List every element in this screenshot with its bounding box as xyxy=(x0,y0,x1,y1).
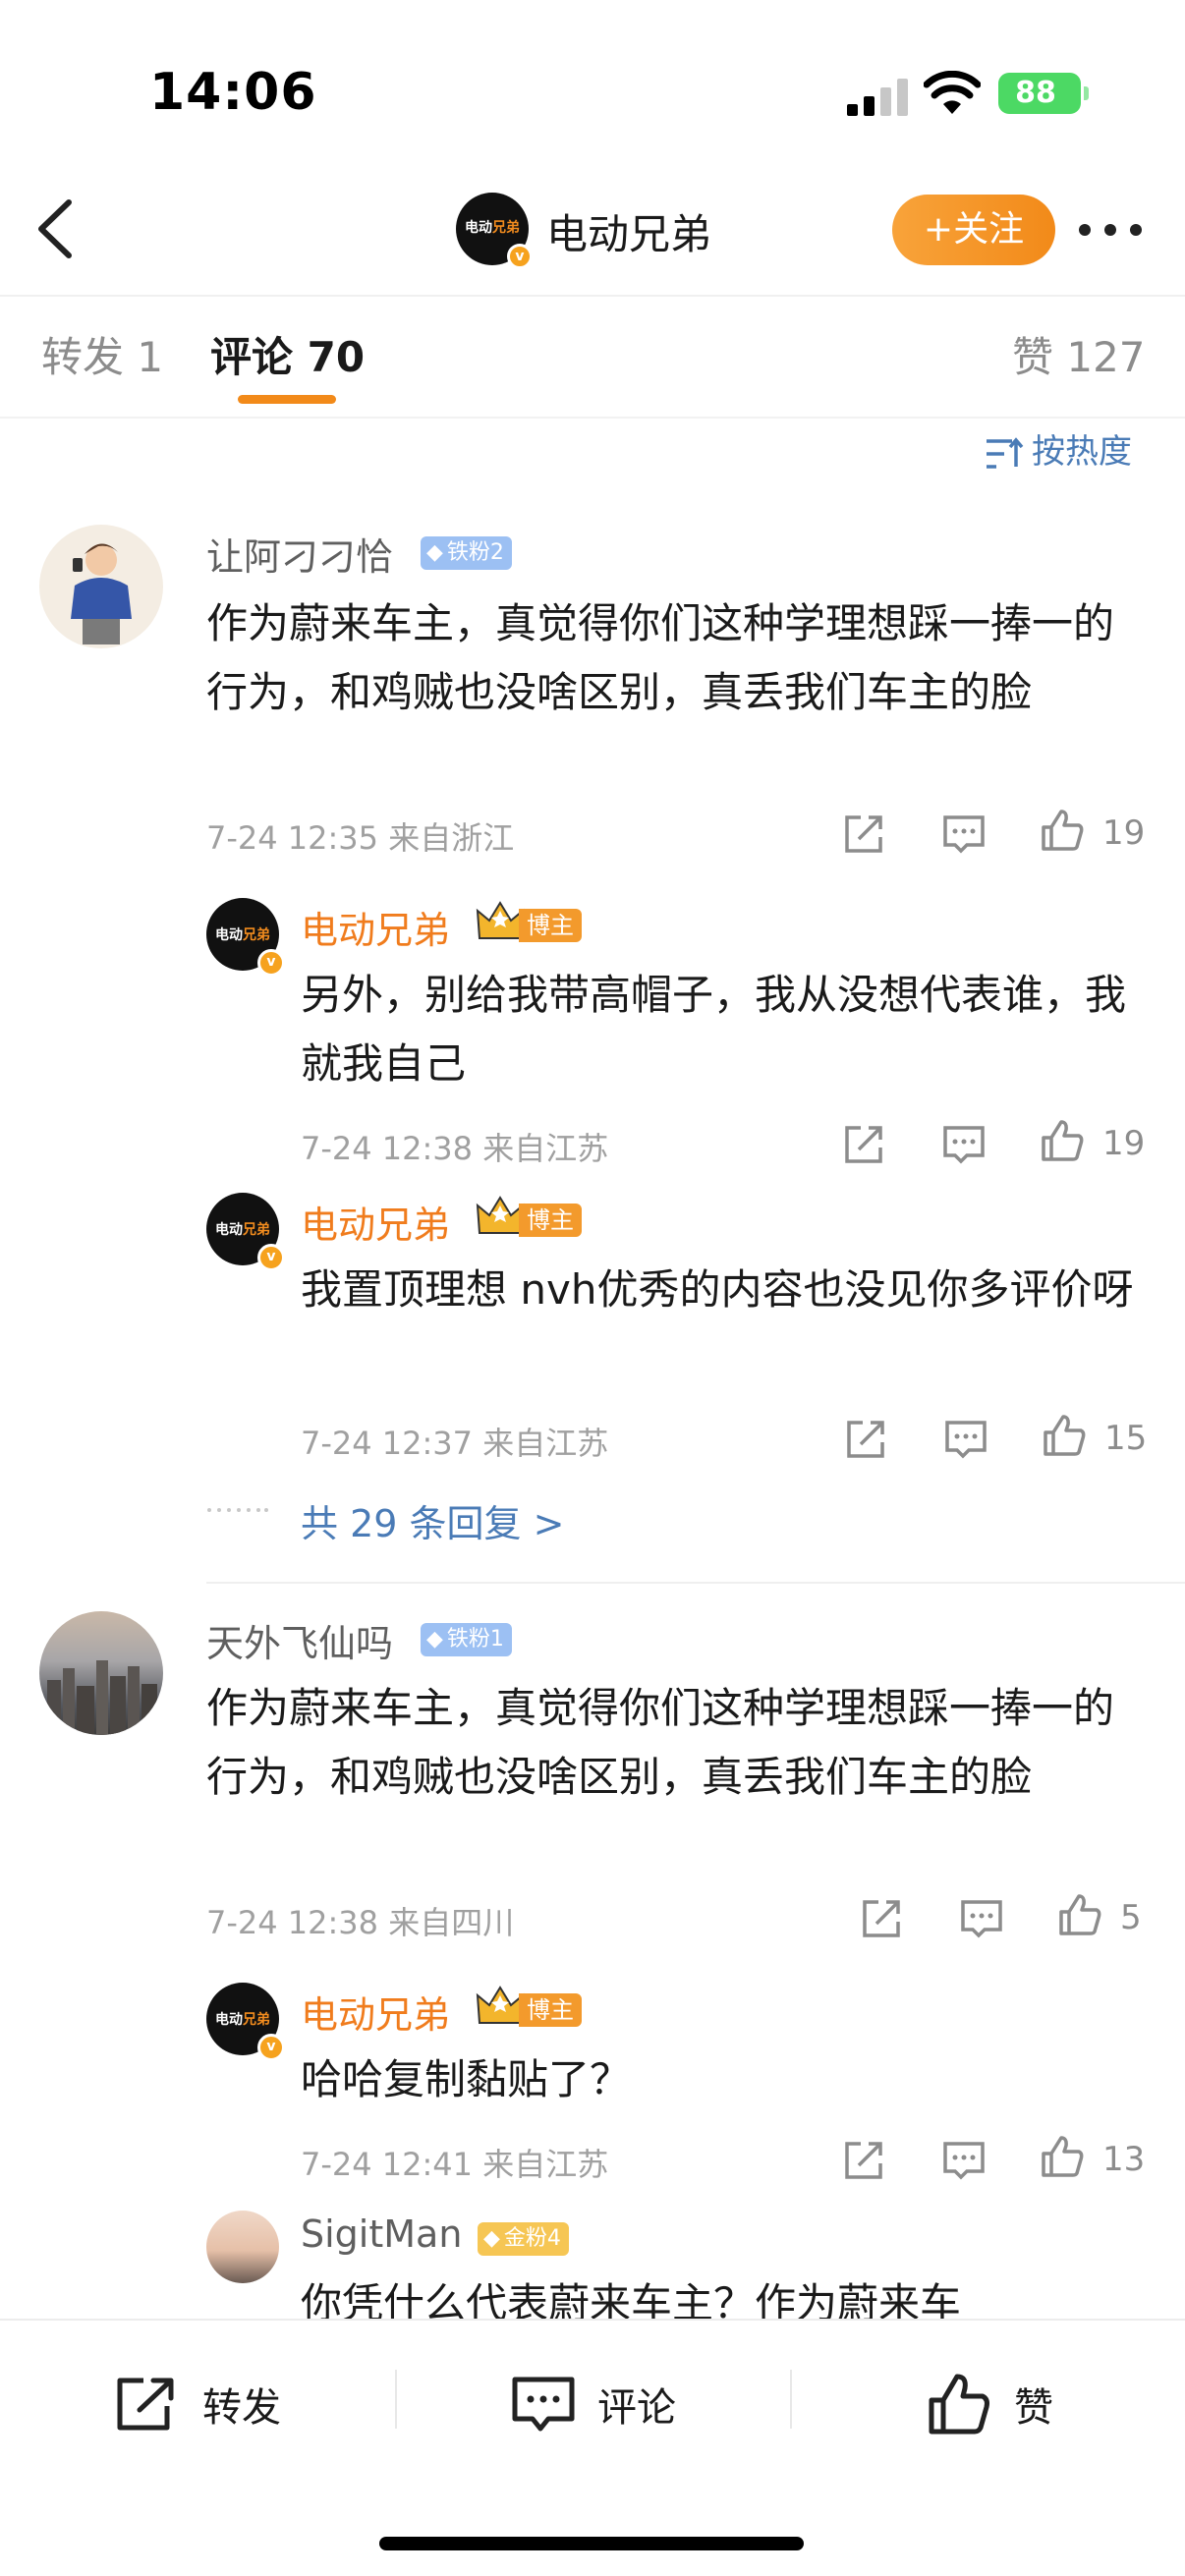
author-avatar[interactable]: 电动兄弟 v xyxy=(206,1983,285,2061)
crown-icon xyxy=(476,1196,525,1234)
commenter-avatar[interactable] xyxy=(39,525,163,648)
status-time: 14:06 xyxy=(149,63,317,122)
author-avatar[interactable]: 电动兄弟 v xyxy=(456,193,533,269)
sort-toggle[interactable]: 按热度 xyxy=(985,424,1132,473)
verified-badge-icon: v xyxy=(257,1244,285,1271)
reply-text: 另外，别给我带高帽子，我从没想代表谁，我就我自己 xyxy=(301,971,1127,1088)
bottom-separator xyxy=(790,2370,792,2429)
share-icon[interactable] xyxy=(841,2138,886,2183)
share-icon xyxy=(117,2378,174,2431)
active-tab-indicator xyxy=(238,395,336,404)
reply-text: 我置顶理想 nvh优秀的内容也没见你多评价呀 xyxy=(301,1265,1134,1314)
follow-button[interactable]: +关注 xyxy=(892,195,1055,265)
fan-badge: ◆ 铁粉2 xyxy=(421,536,512,570)
more-options-icon[interactable] xyxy=(1077,216,1144,244)
like-icon[interactable] xyxy=(1042,1413,1087,1458)
share-icon[interactable] xyxy=(841,1122,886,1167)
home-indicator[interactable] xyxy=(379,2537,804,2550)
author-logo: 电动兄弟 xyxy=(215,1222,270,1238)
comment-text: 作为蔚来车主，真觉得你们这种学理想踩一捧一的行为，和鸡贼也没啥区别，真丢我们车主… xyxy=(206,1684,1115,1801)
crown-icon xyxy=(476,1986,525,2024)
like-count: 15 xyxy=(1104,1419,1148,1458)
like-icon[interactable] xyxy=(1040,2134,1085,2179)
reply-author-name[interactable]: SigitMan xyxy=(301,2212,462,2256)
author-logo: 电动兄弟 xyxy=(215,927,270,943)
like-label: 赞 xyxy=(1014,2385,1053,2431)
tab-repost[interactable]: 转发 1 xyxy=(41,324,163,384)
like-icon[interactable] xyxy=(1057,1892,1102,1937)
nav-title[interactable]: 电动兄弟 xyxy=(546,201,711,261)
fan-badge: ◆ 铁粉1 xyxy=(421,1623,512,1656)
share-icon[interactable] xyxy=(843,1417,888,1462)
reply-meta: 7-24 12:41 来自江苏 xyxy=(301,2146,609,2183)
author-avatar[interactable]: 电动兄弟 v xyxy=(206,1193,285,1271)
share-icon[interactable] xyxy=(859,1896,904,1941)
back-arrow-icon[interactable] xyxy=(31,196,77,261)
repost-label: 转发 xyxy=(202,2385,281,2431)
reply-text: 你凭什么代表蔚来车主？作为蔚来车 xyxy=(301,2279,962,2319)
comment-divider xyxy=(206,1582,1185,1584)
dotted-line xyxy=(207,1508,268,1512)
comment-label: 评论 xyxy=(597,2385,676,2431)
crown-icon xyxy=(476,901,525,939)
diamond-icon: ◆ xyxy=(426,1627,443,1652)
person-illustration xyxy=(71,543,132,644)
clipped-reply-area: 你凭什么代表蔚来车主？作为蔚来车 xyxy=(0,2269,1185,2319)
reply-meta: 7-24 12:37 来自江苏 xyxy=(301,1425,609,1462)
wifi-icon xyxy=(924,71,981,114)
like-icon[interactable] xyxy=(1040,1118,1085,1163)
reply-text: 哈哈复制黏贴了？ xyxy=(301,2055,632,2103)
reply-author-name[interactable]: 电动兄弟 xyxy=(301,900,450,954)
share-icon[interactable] xyxy=(841,812,886,857)
like-count: 13 xyxy=(1102,2140,1146,2179)
blogger-badge: 博主 xyxy=(476,1986,582,2028)
like-icon[interactable] xyxy=(1040,808,1085,853)
blogger-badge: 博主 xyxy=(476,901,582,943)
commenter-name[interactable]: 天外飞仙吗 xyxy=(206,1613,393,1667)
author-logo: 电动兄弟 xyxy=(465,220,520,236)
like-count: 19 xyxy=(1102,813,1146,853)
header-divider xyxy=(0,295,1185,297)
comment-text: 作为蔚来车主，真觉得你们这种学理想踩一捧一的行为，和鸡贼也没啥区别，真丢我们车主… xyxy=(206,599,1115,716)
reply-icon[interactable] xyxy=(941,812,987,857)
view-more-replies-link[interactable]: 共 29 条回复 > xyxy=(301,1493,564,1547)
cellular-signal-icon xyxy=(847,79,908,116)
commenter-avatar[interactable] xyxy=(39,1611,163,1735)
city-skyline-photo xyxy=(47,1660,157,1735)
commenter-name[interactable]: 让阿刁刁恰 xyxy=(206,527,393,581)
sort-label: 按热度 xyxy=(1032,432,1132,472)
reply-author-name[interactable]: 电动兄弟 xyxy=(301,1985,450,2039)
bottom-separator xyxy=(395,2370,397,2429)
author-logo: 电动兄弟 xyxy=(215,2012,270,2028)
blogger-badge: 博主 xyxy=(476,1196,582,1238)
like-button[interactable]: 赞 xyxy=(928,2370,1053,2438)
diamond-icon: ◆ xyxy=(483,2226,500,2251)
comment-meta: 7-24 12:35 来自浙江 xyxy=(206,819,515,857)
verified-badge-icon: v xyxy=(257,949,285,977)
tab-likes[interactable]: 赞 127 xyxy=(1012,324,1146,384)
reply-author-name[interactable]: 电动兄弟 xyxy=(301,1195,450,1249)
reply-icon[interactable] xyxy=(959,1896,1004,1941)
sort-icon xyxy=(987,436,1024,469)
comment-button[interactable]: 评论 xyxy=(511,2370,676,2438)
reply-icon[interactable] xyxy=(941,1122,987,1167)
fan-badge: ◆ 金粉4 xyxy=(478,2222,569,2256)
like-count: 5 xyxy=(1120,1898,1142,1937)
reply-icon[interactable] xyxy=(943,1417,988,1462)
reply-icon[interactable] xyxy=(941,2138,987,2183)
verified-badge-icon: v xyxy=(257,2034,285,2061)
author-avatar[interactable]: 电动兄弟 v xyxy=(206,898,285,977)
comment-meta: 7-24 12:38 来自四川 xyxy=(206,1904,515,1941)
reply-meta: 7-24 12:38 来自江苏 xyxy=(301,1130,609,1167)
battery-indicator: 88 xyxy=(998,73,1089,114)
tabs-divider xyxy=(0,417,1185,419)
like-count: 19 xyxy=(1102,1124,1146,1163)
tab-comments[interactable]: 评论 70 xyxy=(210,324,365,384)
verified-badge-icon: v xyxy=(507,244,533,269)
comment-icon xyxy=(512,2377,575,2432)
diamond-icon: ◆ xyxy=(426,540,443,565)
like-icon xyxy=(929,2374,989,2435)
repost-button[interactable]: 转发 xyxy=(114,2370,281,2438)
